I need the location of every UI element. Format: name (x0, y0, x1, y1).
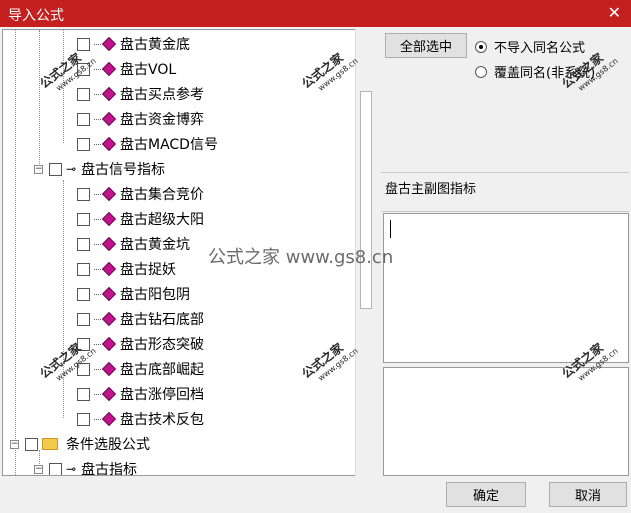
tree-row[interactable]: 盘古黄金底 (77, 33, 190, 55)
formula-gem-icon (101, 236, 117, 252)
tree-row[interactable]: 盘古超级大阳 (77, 208, 204, 230)
radio-no-import[interactable]: 不导入同名公式 (475, 37, 585, 56)
formula-gem-icon (101, 286, 117, 302)
row-checkbox[interactable] (49, 162, 62, 176)
formula-gem-icon (101, 261, 117, 277)
tree-item-label: 盘古VOL (120, 62, 177, 78)
text-cursor (390, 220, 391, 238)
tree-item-label: 盘古形态突破 (120, 337, 204, 353)
row-checkbox[interactable] (77, 237, 90, 251)
row-checkbox[interactable] (77, 287, 90, 301)
tree-row[interactable]: 盘古黄金坑 (77, 233, 190, 255)
formula-gem-icon (101, 336, 117, 352)
scrollbar-thumb[interactable] (360, 91, 372, 309)
formula-gem-icon (101, 61, 117, 77)
radio-button[interactable] (475, 65, 487, 78)
row-checkbox[interactable] (77, 387, 90, 401)
tree-row-group[interactable]: − ⊸ 盘古信号指标 (34, 158, 165, 180)
tree-item-label: 盘古信号指标 (81, 162, 166, 178)
tree-item-label: 盘古指标 (81, 462, 138, 476)
title-bar: 导入公式 ✕ (0, 0, 631, 27)
tree-item-label: 盘古黄金底 (120, 37, 190, 53)
formula-gem-icon (101, 136, 117, 152)
formula-gem-icon (101, 361, 117, 377)
close-icon[interactable]: ✕ (608, 3, 621, 22)
cancel-button[interactable]: 取消 (549, 482, 627, 507)
tree-row[interactable]: 盘古钻石底部 (77, 308, 204, 330)
tree-item-label: 盘古钻石底部 (120, 312, 204, 328)
tree-item-label: 盘古集合竞价 (120, 187, 204, 203)
tree-item-label: 盘古黄金坑 (120, 237, 190, 253)
tree-row[interactable]: 盘古集合竞价 (77, 183, 204, 205)
tree-row[interactable]: 盘古阳包阴 (77, 283, 190, 305)
formula-gem-icon (101, 36, 117, 52)
formula-gem-icon (101, 186, 117, 202)
formula-gem-icon (101, 311, 117, 327)
radio-label: 不导入同名公式 (494, 41, 586, 56)
formula-gem-icon (101, 386, 117, 402)
tree-row[interactable]: 盘古资金博弈 (77, 108, 204, 130)
formula-gem-icon (101, 211, 117, 227)
collapse-icon[interactable]: − (34, 164, 43, 174)
tree-row[interactable]: 盘古捉妖 (77, 258, 176, 280)
tree-item-label: 盘古买点参考 (120, 87, 204, 103)
window-title: 导入公式 (8, 8, 64, 24)
tree-item-label: 条件选股公式 (66, 437, 150, 453)
row-checkbox[interactable] (77, 262, 90, 276)
row-checkbox[interactable] (77, 87, 90, 101)
row-checkbox[interactable] (77, 112, 90, 126)
formula-gem-icon (101, 86, 117, 102)
collapse-icon[interactable]: − (34, 464, 43, 474)
row-checkbox[interactable] (77, 137, 90, 151)
tree-row-group[interactable]: − ⊸ 盘古指标 (34, 458, 138, 476)
tree-row[interactable]: 盘古底部崛起 (77, 358, 204, 380)
tree-item-label: 盘古资金博弈 (120, 112, 204, 128)
tree-item-label: 盘古技术反包 (120, 412, 204, 428)
collapse-icon[interactable]: − (10, 439, 19, 449)
tree-item-label: 盘古捉妖 (120, 262, 176, 278)
tree-row[interactable]: 盘古涨停回档 (77, 383, 204, 405)
row-checkbox[interactable] (77, 312, 90, 326)
description-text: 盘古主副图指标 (385, 182, 477, 197)
tree-item-label: 盘古底部崛起 (120, 362, 204, 378)
key-icon: ⊸ (66, 162, 77, 176)
row-checkbox[interactable] (25, 437, 38, 451)
folder-icon (42, 438, 58, 450)
ok-button[interactable]: 确定 (446, 482, 526, 507)
select-all-button[interactable]: 全部选中 (385, 33, 467, 58)
row-checkbox[interactable] (49, 462, 62, 475)
tree-item-label: 盘古阳包阴 (120, 287, 190, 303)
formula-gem-icon (101, 111, 117, 127)
tree-item-label: 盘古MACD信号 (120, 137, 218, 153)
row-checkbox[interactable] (77, 212, 90, 226)
preview-panel (383, 367, 629, 476)
watermark-center: 公式之家 www.gs8.cn (208, 247, 394, 268)
tree-row[interactable]: 盘古MACD信号 (77, 133, 218, 155)
tree-item-label: 盘古涨停回档 (120, 387, 204, 403)
formula-gem-icon (101, 411, 117, 427)
radio-button[interactable] (475, 40, 487, 53)
tree-row-folder[interactable]: − 条件选股公式 (10, 433, 150, 455)
row-checkbox[interactable] (77, 187, 90, 201)
tree-row[interactable]: 盘古技术反包 (77, 408, 204, 430)
description-panel: 盘古主副图指标 (381, 172, 629, 212)
tree-item-label: 盘古超级大阳 (120, 212, 204, 228)
key-icon: ⊸ (66, 462, 77, 476)
row-checkbox[interactable] (77, 412, 90, 426)
tree-row[interactable]: 盘古买点参考 (77, 83, 204, 105)
